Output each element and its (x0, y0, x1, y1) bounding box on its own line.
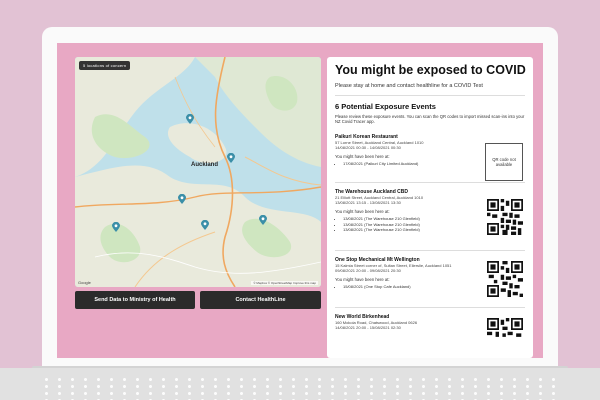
map-attribution[interactable]: © Mapbox © OpenStreetMap Improve this ma… (251, 281, 318, 285)
map-pin-icon[interactable] (178, 194, 186, 204)
map-pin-icon[interactable] (112, 222, 120, 232)
events-heading: 6 Potential Exposure Events (335, 102, 436, 111)
divider (335, 307, 525, 308)
exposure-event: One Stop Mechanical Mt Wellington 15 Kal… (335, 257, 525, 297)
divider (335, 250, 525, 251)
map[interactable]: 5 locations of concern Auckland Google ©… (75, 57, 321, 287)
map-pin-icon[interactable] (227, 153, 235, 163)
qr-code-icon[interactable] (487, 261, 523, 297)
page-title: You might be exposed to COVID (335, 63, 526, 77)
map-city-label: Auckland (191, 162, 219, 168)
divider (335, 182, 525, 183)
exposure-event: New World Birkenhead 160 Mokoia Road, Ch… (335, 314, 525, 354)
laptop-screen: 5 locations of concern Auckland Google ©… (57, 43, 543, 358)
map-pin-icon[interactable] (259, 215, 267, 225)
divider (335, 95, 525, 96)
send-data-button[interactable]: Send Data to Ministry of Health (75, 291, 195, 309)
laptop-keyboard (40, 376, 560, 400)
exposure-event: Paikuri Korean Restaurant 57 Lorne Stree… (335, 134, 525, 181)
map-canvas (75, 57, 321, 287)
locations-chip: 5 locations of concern (79, 61, 131, 70)
contact-healthline-button[interactable]: Contact HealthLine (200, 291, 321, 309)
qr-unavailable: QR code not available (485, 143, 523, 181)
map-pin-icon[interactable] (186, 114, 194, 124)
qr-code-icon[interactable] (487, 199, 523, 235)
exposure-panel: You might be exposed to COVID Please sta… (327, 57, 533, 358)
map-pin-icon[interactable] (201, 220, 209, 230)
page-subtitle: Please stay at home and contact healthli… (335, 83, 483, 89)
qr-code-icon[interactable] (487, 318, 523, 354)
events-description: Please review these exposure events. You… (335, 114, 525, 125)
exposure-event: The Warehouse Auckland CBD 21 Elliott St… (335, 189, 525, 235)
map-logo: Google (78, 280, 91, 285)
